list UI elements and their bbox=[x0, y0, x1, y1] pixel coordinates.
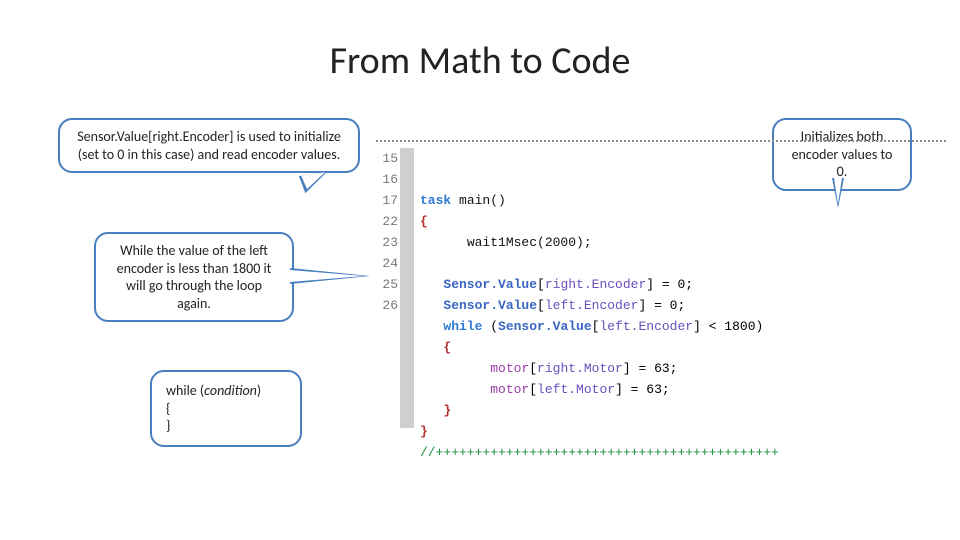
brace-close: } bbox=[443, 403, 451, 418]
sensor-value: Sensor.Value bbox=[498, 319, 592, 334]
callout-sensorvalue-explain: Sensor.Value[right.Encoder] is used to i… bbox=[58, 118, 360, 173]
fn-main: main bbox=[451, 193, 490, 208]
page-title: From Math to Code bbox=[0, 38, 960, 84]
indent bbox=[420, 235, 467, 250]
motor-name: right.Motor bbox=[537, 361, 623, 376]
motor: motor bbox=[490, 382, 529, 397]
bracket: [ bbox=[529, 361, 537, 376]
code-rest: ] = 63; bbox=[623, 361, 678, 376]
code-rest: ] < 1800) bbox=[693, 319, 763, 334]
fn-arg: (2000); bbox=[537, 235, 592, 250]
brace-open: { bbox=[420, 214, 428, 229]
bracket: [ bbox=[537, 298, 545, 313]
line-number: 22 bbox=[376, 211, 398, 232]
bracket: [ bbox=[537, 277, 545, 292]
motor-name: left.Motor bbox=[537, 382, 615, 397]
syntax-brace-open: { bbox=[166, 400, 286, 418]
while-close-paren: ) bbox=[257, 382, 261, 399]
dotted-divider bbox=[376, 140, 946, 142]
parens: () bbox=[490, 193, 506, 208]
encoder-name: right.Encoder bbox=[545, 277, 646, 292]
indent bbox=[420, 340, 443, 355]
code-rest: ] = 0; bbox=[638, 298, 685, 313]
line-number-gutter: 15 16 17 22 23 24 25 26 bbox=[376, 148, 398, 316]
code-rest: ] = 0; bbox=[646, 277, 693, 292]
bracket: [ bbox=[529, 382, 537, 397]
indent bbox=[420, 361, 490, 376]
brace-open: { bbox=[443, 340, 451, 355]
callout-while-loop-explain: While the value of the left encoder is l… bbox=[94, 232, 294, 322]
encoder-name: left.Encoder bbox=[599, 319, 693, 334]
code-rest: ] = 63; bbox=[615, 382, 670, 397]
line-number: 23 bbox=[376, 232, 398, 253]
paren-open: ( bbox=[482, 319, 498, 334]
line-number: 25 bbox=[376, 274, 398, 295]
while-condition: condition bbox=[204, 382, 257, 399]
keyword-task: task bbox=[420, 193, 451, 208]
motor: motor bbox=[490, 361, 529, 376]
sensor-value: Sensor.Value bbox=[443, 298, 537, 313]
callout-tail-fill bbox=[290, 270, 364, 282]
while-keyword: while ( bbox=[166, 382, 204, 399]
syntax-line: while (condition) bbox=[166, 382, 286, 400]
indent bbox=[420, 319, 443, 334]
callout-while-syntax: while (condition) { } bbox=[150, 370, 302, 447]
indent bbox=[420, 382, 490, 397]
brace-close: } bbox=[420, 424, 428, 439]
fn-wait: wait1Msec bbox=[467, 235, 537, 250]
syntax-brace-close: } bbox=[166, 417, 286, 435]
line-number: 24 bbox=[376, 253, 398, 274]
indent bbox=[420, 277, 443, 292]
comment-line: //++++++++++++++++++++++++++++++++++++++… bbox=[420, 445, 779, 460]
keyword-while: while bbox=[443, 319, 482, 334]
code-region: 15 16 17 22 23 24 25 26 task main() { wa… bbox=[376, 140, 956, 470]
line-number: 17 bbox=[376, 190, 398, 211]
encoder-name: left.Encoder bbox=[545, 298, 639, 313]
sensor-value: Sensor.Value bbox=[443, 277, 537, 292]
line-number: 15 bbox=[376, 148, 398, 169]
line-number: 16 bbox=[376, 169, 398, 190]
gutter-shade bbox=[400, 148, 414, 428]
line-number: 26 bbox=[376, 295, 398, 316]
code-block: task main() { wait1Msec(2000); Sensor.Va… bbox=[420, 148, 779, 484]
indent bbox=[420, 298, 443, 313]
indent bbox=[420, 403, 443, 418]
